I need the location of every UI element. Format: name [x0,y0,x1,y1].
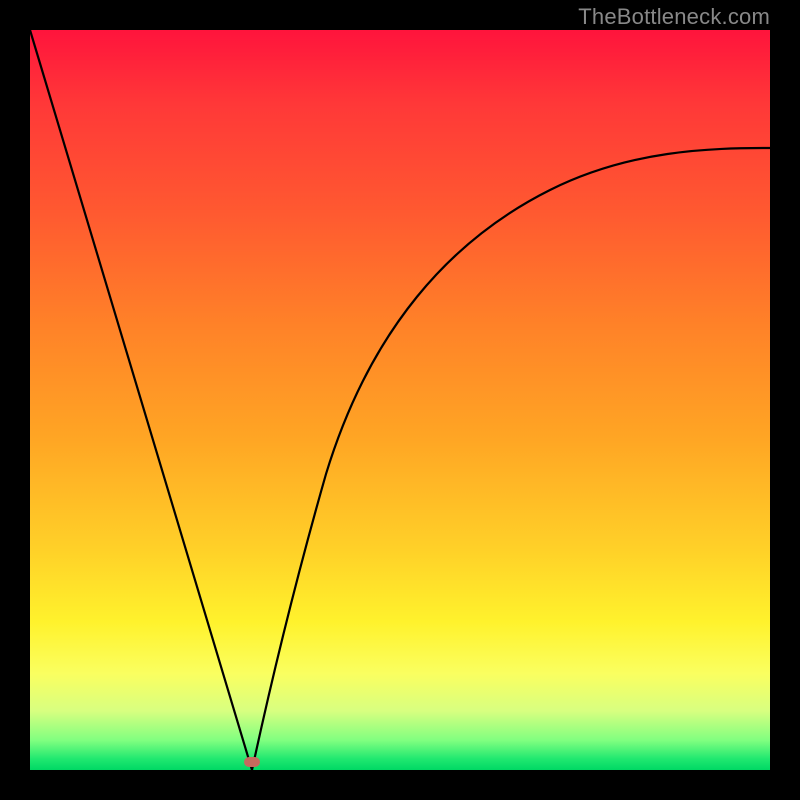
bottleneck-curve [30,30,770,770]
chart-frame: TheBottleneck.com [0,0,800,800]
minimum-marker [244,757,260,767]
watermark-text: TheBottleneck.com [578,4,770,30]
curve-left-branch [30,30,252,770]
curve-right-branch [252,148,770,770]
plot-area [30,30,770,770]
